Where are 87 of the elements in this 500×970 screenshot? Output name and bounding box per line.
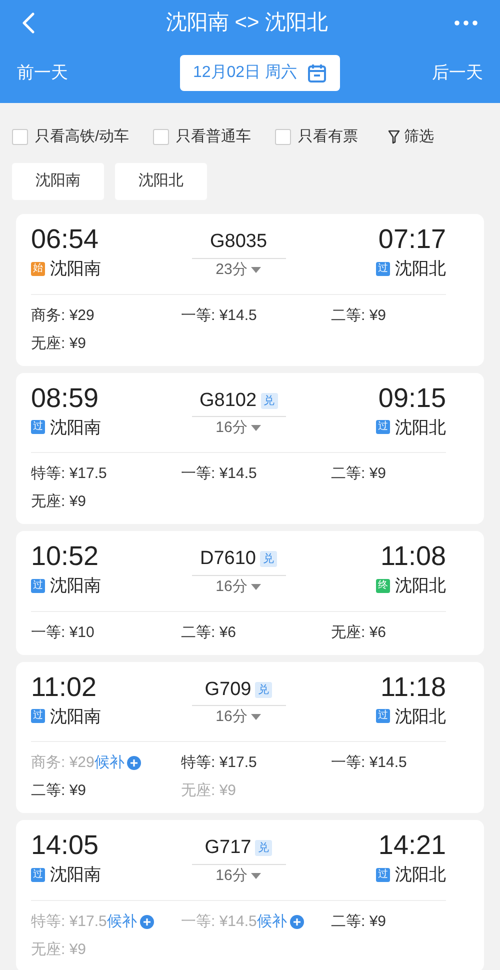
station-name: 沈阳南	[50, 416, 101, 438]
more-icon[interactable]	[454, 18, 480, 28]
station-badge: 过	[376, 420, 390, 434]
departure-time: 08:59	[31, 382, 100, 412]
train-number[interactable]: G709	[204, 676, 252, 704]
seat-price: 二等: ¥6	[181, 622, 236, 642]
caret-icon	[251, 714, 262, 720]
station-chip[interactable]: 沈阳北	[115, 163, 207, 200]
station-name: 沈阳南	[50, 864, 101, 886]
departure-time: 14:05	[31, 830, 100, 860]
station-badge: 过	[31, 709, 45, 724]
window-title: 沈阳南 <> 沈阳北	[166, 10, 328, 36]
exchange-tag: 兑	[255, 840, 272, 856]
train-card[interactable]: 10:52 过 沈阳南 D7610 兑 16分 11:08 终 沈阳北 一等: ¥10 二等: ¥6 无座: ¥6	[16, 531, 484, 654]
station-badge: 过	[31, 578, 45, 593]
seat-price: 特等: ¥17.5	[31, 912, 107, 932]
train-number[interactable]: G717	[204, 834, 252, 862]
seat-price: 二等: ¥9	[31, 781, 86, 801]
duration-dropdown[interactable]: 16分	[216, 576, 262, 598]
seat-price: 一等: ¥14.5	[331, 753, 407, 773]
station-name: 沈阳北	[395, 864, 446, 886]
calendar-icon	[307, 62, 328, 82]
filter-checkbox[interactable]: 只看有票	[275, 126, 358, 148]
seat-price: 无座: ¥6	[331, 622, 386, 642]
station-badge: 过	[376, 868, 390, 882]
seat-price: 二等: ¥9	[331, 464, 386, 484]
station-chip[interactable]: 沈阳南	[12, 163, 104, 200]
plus-icon	[127, 756, 142, 770]
station-name: 沈阳北	[395, 575, 446, 597]
arrival-time: 07:17	[378, 224, 446, 254]
station-badge: 始	[31, 262, 45, 276]
seat-price: 无座: ¥9	[31, 492, 86, 512]
plus-icon	[140, 914, 154, 928]
seat-price: 商务: ¥29	[31, 753, 94, 773]
filter-checkbox[interactable]: 只看高铁/动车	[12, 126, 130, 148]
seat-price: 无座: ¥9	[31, 334, 86, 354]
station-name: 沈阳北	[395, 706, 446, 728]
station-badge: 过	[376, 262, 390, 276]
caret-icon	[251, 266, 262, 273]
station-badge: 过	[376, 709, 390, 724]
train-number[interactable]: G8035	[210, 228, 268, 256]
duration-dropdown[interactable]: 16分	[216, 417, 262, 440]
seat-price: 特等: ¥17.5	[181, 753, 257, 773]
exchange-tag: 兑	[255, 682, 272, 698]
caret-icon	[251, 425, 262, 432]
duration-dropdown[interactable]: 23分	[216, 258, 262, 281]
station-name: 沈阳北	[395, 416, 446, 438]
seat-price: 无座: ¥9	[31, 940, 86, 960]
arrival-time: 11:08	[380, 541, 446, 571]
seat-price: 一等: ¥10	[31, 622, 94, 642]
arrival-time: 09:15	[378, 382, 446, 412]
duration-dropdown[interactable]: 16分	[216, 706, 262, 728]
caret-icon	[251, 872, 262, 879]
arrival-time: 11:18	[380, 672, 446, 702]
train-card[interactable]: 06:54 始 沈阳南 G8035 23分 07:17 过 沈阳北 商务: ¥29 一等: ¥14.5 二等: ¥9 无座: ¥9	[16, 214, 484, 366]
filter-checkbox[interactable]: 只看普通车	[153, 126, 252, 148]
departure-time: 11:02	[31, 672, 98, 702]
station-name: 沈阳南	[50, 575, 101, 597]
train-number[interactable]: D7610	[200, 545, 256, 574]
station-name: 沈阳南	[50, 258, 101, 280]
seat-price: 二等: ¥9	[331, 912, 386, 932]
caret-icon	[251, 584, 262, 590]
train-card[interactable]: 08:59 过 沈阳南 G8102 兑 16分 09:15 过 沈阳北 特等: ¥17.5 一等: ¥14.5 二等: ¥9 无座: ¥9	[16, 372, 484, 524]
arrival-time: 14:21	[378, 830, 446, 860]
station-badge: 过	[31, 420, 45, 434]
train-card[interactable]: 14:05 过 沈阳南 G717 兑 16分 14:21 过 沈阳北 特等: ¥17.5候补 一等: ¥14.5候补 二等: ¥9 无座: ¥9	[16, 820, 484, 970]
seat-price: 特等: ¥17.5	[31, 464, 107, 484]
exchange-tag: 兑	[260, 551, 277, 568]
filter-button[interactable]: 筛选	[388, 126, 434, 148]
station-name: 沈阳北	[395, 258, 446, 280]
plus-icon	[290, 914, 304, 928]
seat-price: 一等: ¥14.5	[181, 912, 257, 932]
seat-price: 商务: ¥29	[31, 306, 94, 326]
station-badge: 过	[31, 868, 45, 882]
seat-price: 一等: ¥14.5	[181, 464, 257, 484]
seat-price: 无座: ¥9	[181, 781, 236, 801]
train-number[interactable]: G8102	[199, 386, 257, 415]
station-name: 沈阳南	[50, 706, 101, 728]
duration-dropdown[interactable]: 16分	[216, 864, 262, 887]
exchange-tag: 兑	[260, 392, 278, 409]
departure-time: 10:52	[31, 541, 100, 571]
seat-price: 一等: ¥14.5	[181, 306, 257, 326]
seat-price: 二等: ¥9	[331, 306, 386, 326]
funnel-icon	[388, 130, 400, 144]
train-card[interactable]: 11:02 过 沈阳南 G709 兑 16分 11:18 过 沈阳北 商务: ¥29候补 特等: ¥17.5 一等: ¥14.5 二等: ¥9 无座: ¥9	[16, 662, 484, 813]
station-badge: 终	[376, 578, 390, 593]
departure-time: 06:54	[31, 224, 100, 254]
